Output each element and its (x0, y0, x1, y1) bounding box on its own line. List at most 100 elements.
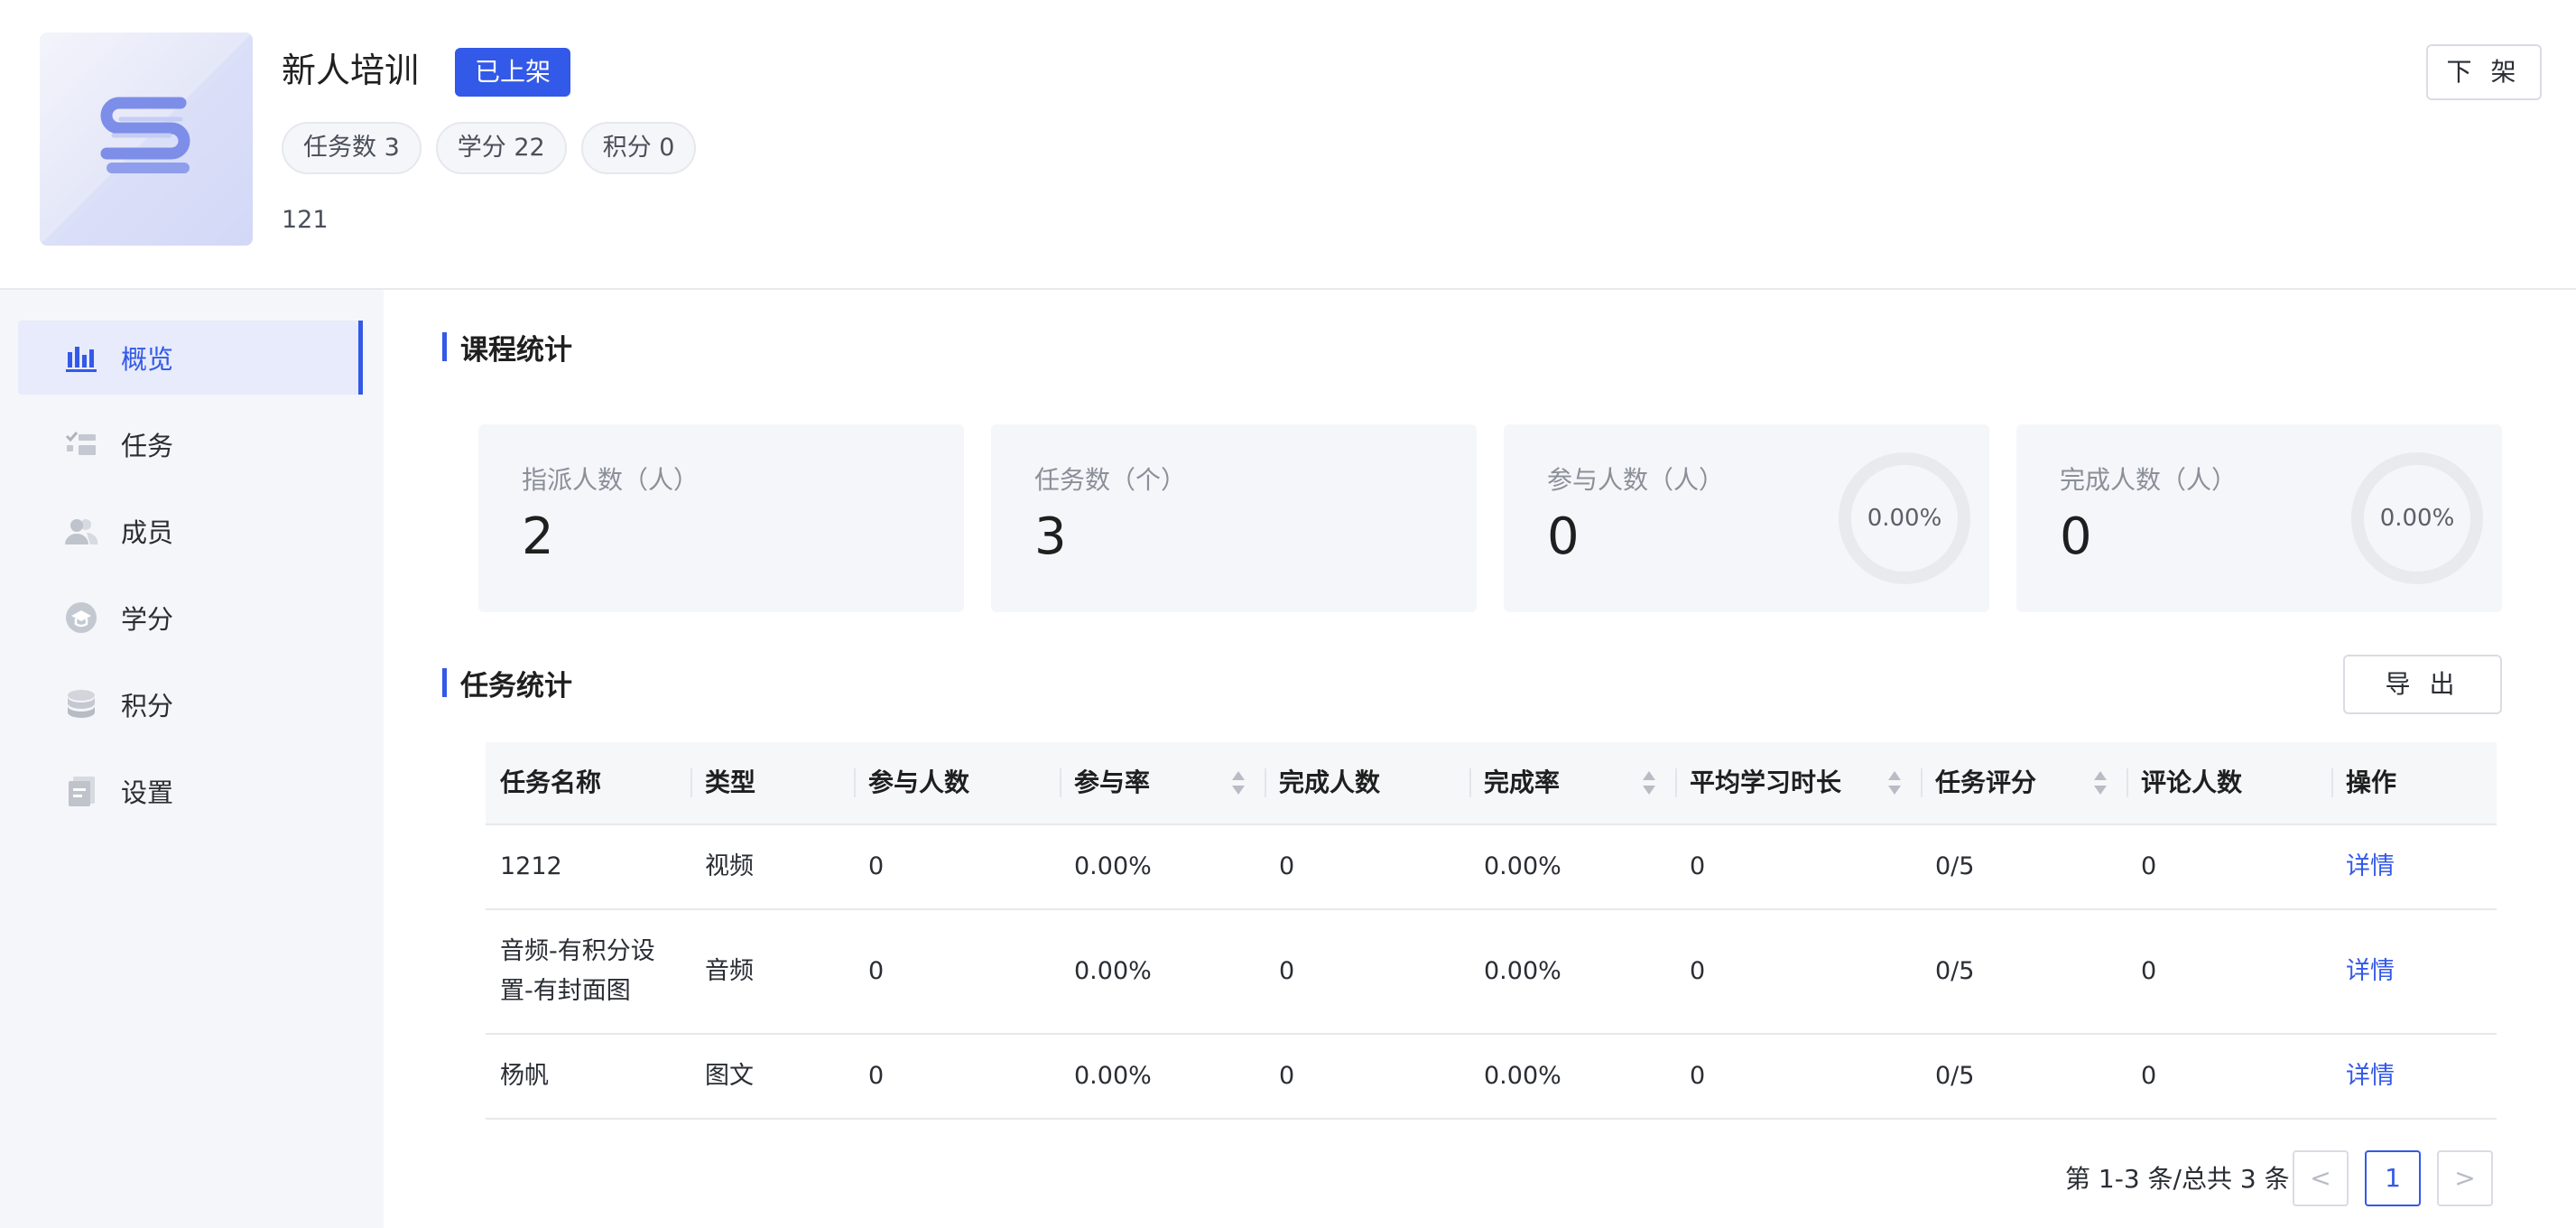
course-stats-title: 课程统计 (442, 327, 572, 367)
stat-value: 0 (1547, 507, 1580, 566)
commenters-cell: 0 (2141, 957, 2157, 985)
completion-rate-cell: 0.00% (1484, 957, 1561, 985)
stat-value: 3 (1034, 507, 1067, 566)
pagination-page-1[interactable]: 1 (2365, 1150, 2421, 1206)
sidebar-item-label: 任务 (121, 431, 174, 461)
column-header-label: 完成率 (1484, 768, 1561, 797)
type-cell: 视频 (705, 852, 754, 880)
commenters-cell: 0 (2141, 1062, 2157, 1090)
sidebar-item-points[interactable]: 积分 (18, 667, 363, 741)
completion-rate-cell: 0.00% (1484, 852, 1561, 880)
commenters-cell: 0 (2141, 852, 2157, 880)
column-header-label: 参与率 (1074, 768, 1151, 797)
sidebar-item-label: 概览 (121, 344, 174, 375)
table-row: 音频-有积分设置-有封面图 音频 0 0.00% 0 0.00% 0 0/5 0… (486, 910, 2497, 1035)
settings-icon (69, 777, 95, 806)
course-header: 新人培训 已上架 任务数 3 学分 22 积分 0 121 下 架 (0, 0, 2576, 290)
sidebar-item-label: 设置 (121, 777, 174, 808)
participation-rate-cell: 0.00% (1074, 852, 1152, 880)
course-meta-chips: 任务数 3 学分 22 积分 0 (282, 122, 697, 174)
details-link[interactable]: 详情 (2331, 1056, 2497, 1096)
sidebar: 概览 任务 成员 学分 积分 设置 (0, 290, 384, 1228)
table-row: 杨帆 图文 0 0.00% 0 0.00% 0 0/5 0 详情 (486, 1035, 2497, 1120)
avg-duration-cell: 0 (1690, 1062, 1706, 1090)
column-header-commenters: 评论人数 (2127, 741, 2331, 824)
participation-rate-cell: 0.00% (1074, 1062, 1152, 1090)
sidebar-item-settings[interactable]: 设置 (18, 754, 363, 828)
rating-cell: 0/5 (1935, 852, 1975, 880)
take-offline-button[interactable]: 下 架 (2426, 44, 2542, 100)
sidebar-item-label: 积分 (121, 691, 174, 721)
sidebar-item-tasks[interactable]: 任务 (18, 407, 363, 481)
table-row: 1212 视频 0 0.00% 0 0.00% 0 0/5 0 详情 (486, 825, 2497, 910)
points-icon (68, 690, 95, 718)
completed-cell: 0 (1279, 957, 1295, 985)
participants-cell: 0 (868, 852, 885, 880)
column-header-participants: 参与人数 (854, 741, 1060, 824)
sidebar-item-credits[interactable]: 学分 (18, 581, 363, 655)
chevron-left-icon: < (2310, 1163, 2331, 1193)
points-chip: 积分 0 (580, 122, 697, 174)
members-icon (65, 519, 98, 544)
pagination-prev-button[interactable]: < (2293, 1150, 2349, 1206)
column-header-avg-duration[interactable]: 平均学习时长 (1675, 741, 1921, 824)
export-button[interactable]: 导 出 (2343, 655, 2502, 714)
task-stats-title: 任务统计 (442, 663, 572, 703)
stat-card-assigned: 指派人数（人） 2 (478, 424, 964, 612)
course-title: 新人培训 (282, 51, 420, 90)
course-logo-icon (40, 33, 253, 246)
stat-label: 指派人数（人） (522, 465, 700, 495)
stat-card-completed: 完成人数（人） 0 0.00% (2016, 424, 2502, 612)
sort-icon[interactable] (1232, 771, 1245, 795)
stat-label: 参与人数（人） (1547, 465, 1725, 495)
column-header-rating[interactable]: 任务评分 (1921, 741, 2127, 824)
table-header: 任务名称 类型 参与人数 参与率 完成人数 完成率 平均学习时长 任务评分 评论… (486, 742, 2497, 825)
stat-card-participants: 参与人数（人） 0 0.00% (1504, 424, 1989, 612)
column-header-label: 任务评分 (1935, 768, 2037, 797)
sidebar-item-members[interactable]: 成员 (18, 494, 363, 568)
completion-rate-text: 0.00% (2379, 505, 2455, 532)
task-name-cell: 音频-有积分设置-有封面图 (500, 937, 655, 1005)
column-header-completed: 完成人数 (1265, 741, 1469, 824)
status-badge: 已上架 (455, 48, 571, 97)
completion-rate-cell: 0.00% (1484, 1062, 1561, 1090)
stat-value: 0 (2060, 507, 2092, 566)
stat-label: 完成人数（人） (2060, 465, 2238, 495)
sidebar-item-label: 学分 (121, 604, 174, 635)
course-cover-image (40, 33, 253, 246)
sidebar-item-label: 成员 (121, 517, 174, 548)
stat-value: 2 (522, 507, 554, 566)
credit-icon (66, 602, 97, 633)
column-header-completion-rate[interactable]: 完成率 (1469, 741, 1675, 824)
task-stats-table: 任务名称 类型 参与人数 参与率 完成人数 完成率 平均学习时长 任务评分 评论… (486, 742, 2497, 1120)
stat-card-tasks: 任务数（个） 3 (991, 424, 1477, 612)
column-header-label: 平均学习时长 (1690, 768, 1842, 797)
sidebar-item-overview[interactable]: 概览 (18, 321, 363, 395)
stat-label: 任务数（个） (1034, 465, 1187, 495)
column-header-actions: 操作 (2331, 741, 2497, 824)
column-header-type: 类型 (690, 741, 854, 824)
avg-duration-cell: 0 (1690, 852, 1706, 880)
sort-icon[interactable] (1643, 771, 1655, 795)
sort-icon[interactable] (2094, 771, 2107, 795)
task-count-chip: 任务数 3 (282, 122, 422, 174)
type-cell: 音频 (705, 957, 754, 985)
avg-duration-cell: 0 (1690, 957, 1706, 985)
participants-cell: 0 (868, 957, 885, 985)
column-header-participation-rate[interactable]: 参与率 (1060, 741, 1265, 824)
bar-chart-icon (66, 347, 97, 372)
sort-icon[interactable] (1888, 771, 1901, 795)
task-list-icon (65, 432, 96, 455)
pagination-summary: 第 1-3 条/总共 3 条 (2065, 1164, 2290, 1194)
pagination-next-button[interactable]: > (2437, 1150, 2493, 1206)
type-cell: 图文 (705, 1062, 754, 1090)
completed-cell: 0 (1279, 852, 1295, 880)
participants-cell: 0 (868, 1062, 885, 1090)
rating-cell: 0/5 (1935, 1062, 1975, 1090)
details-link[interactable]: 详情 (2331, 952, 2497, 991)
course-description: 121 (282, 206, 329, 234)
details-link[interactable]: 详情 (2331, 847, 2497, 887)
rating-cell: 0/5 (1935, 957, 1975, 985)
column-header-task-name: 任务名称 (500, 768, 602, 797)
chevron-right-icon: > (2454, 1163, 2476, 1193)
